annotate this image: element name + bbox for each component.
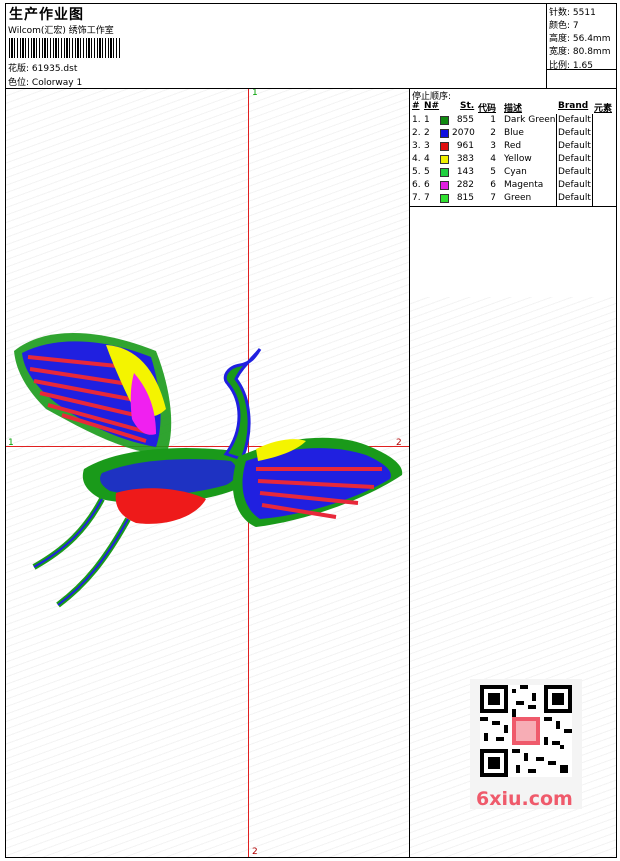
watermark-text: 6xiu.com	[476, 788, 573, 810]
file-name-row: 花版: 61935.dst	[8, 61, 77, 74]
color-swatch	[440, 194, 449, 203]
col-n: N#	[424, 101, 440, 111]
stat-colors: 颜色: 7	[549, 21, 579, 31]
row-code: 3	[490, 141, 496, 151]
col-brand: Brand	[558, 101, 589, 111]
color-swatch	[440, 181, 449, 190]
row-brand: Default	[558, 141, 591, 151]
table-bottom-line	[410, 206, 616, 207]
row-description: Green	[504, 193, 532, 203]
colorway-label: 色位:	[8, 78, 30, 88]
crane-leg-right	[56, 517, 131, 608]
row-n: 5	[424, 167, 430, 177]
row-brand: Default	[558, 167, 591, 177]
row-index: 4.	[412, 154, 421, 164]
row-brand: Default	[558, 180, 591, 190]
table-row[interactable]: 6. 6 282 6 Magenta Default	[410, 180, 616, 193]
row-description: Yellow	[504, 154, 532, 164]
colorway-row: 色位: Colorway 1	[8, 75, 82, 88]
company-name: Wilcom(汇宏) 绣饰工作室	[8, 26, 114, 36]
col-stitches: St.	[460, 101, 475, 111]
row-description: Cyan	[504, 167, 527, 177]
row-stitches: 383	[456, 154, 474, 164]
file-name: 61935.dst	[31, 64, 78, 74]
header: 生产作业图 Wilcom(汇宏) 绣饰工作室 花版: 61935.dst 色位:…	[5, 3, 617, 89]
stats-box: 针数: 5511 颜色: 7 高度: 56.4mm 宽度: 80.8mm 比例:…	[546, 3, 617, 89]
row-code: 2	[490, 128, 496, 138]
color-swatch	[440, 155, 449, 164]
table-row[interactable]: 4. 4 383 4 Yellow Default	[410, 154, 616, 167]
row-description: Blue	[504, 128, 524, 138]
color-swatch	[440, 129, 449, 138]
page-title: 生产作业图	[9, 7, 84, 23]
row-brand: Default	[558, 154, 591, 164]
stat-width: 宽度: 80.8mm	[549, 47, 611, 57]
barcode	[9, 38, 121, 58]
table-header: # N# St. 代码 描述 Brand 元素	[410, 101, 616, 114]
row-code: 4	[490, 154, 496, 164]
row-index: 1.	[412, 115, 421, 125]
col-description: 描述	[504, 104, 523, 114]
table-row[interactable]: 1. 1 855 1 Dark Green Default	[410, 115, 616, 128]
row-index: 5.	[412, 167, 421, 177]
row-index: 6.	[412, 180, 421, 190]
row-index: 2.	[412, 128, 421, 138]
color-swatch	[440, 142, 449, 151]
row-stitches: 282	[456, 180, 474, 190]
crane-leg-left-blue	[33, 498, 103, 568]
stat-height: 高度: 56.4mm	[549, 34, 611, 44]
row-n: 2	[424, 128, 430, 138]
row-description: Dark Green	[504, 115, 556, 125]
col-index: #	[412, 101, 420, 111]
row-brand: Default	[558, 115, 591, 125]
row-stitches: 961	[456, 141, 474, 151]
row-stitches: 143	[456, 167, 474, 177]
color-swatch	[440, 168, 449, 177]
row-n: 7	[424, 193, 430, 203]
crane-neck	[223, 348, 262, 461]
table-row[interactable]: 7. 7 815 7 Green Default	[410, 193, 616, 206]
grid-line	[556, 114, 557, 206]
row-n: 6	[424, 180, 430, 190]
stat-scale: 比例: 1.65	[549, 61, 593, 71]
table-row[interactable]: 3. 3 961 3 Red Default	[410, 141, 616, 154]
row-index: 7.	[412, 193, 421, 203]
col-element: 元素	[594, 104, 613, 114]
crane-embroidery-image	[14, 332, 403, 608]
file-label: 花版:	[8, 64, 30, 74]
row-stitches: 855	[456, 115, 474, 125]
row-code: 5	[490, 167, 496, 177]
color-swatch	[440, 116, 449, 125]
row-code: 1	[490, 115, 496, 125]
crane-leg-left	[32, 497, 105, 570]
row-brand: Default	[558, 128, 591, 138]
stat-stitches: 针数: 5511	[549, 8, 596, 18]
row-n: 4	[424, 154, 430, 164]
table-row[interactable]: 5. 5 143 5 Cyan Default	[410, 167, 616, 180]
row-n: 1	[424, 115, 430, 125]
row-brand: Default	[558, 193, 591, 203]
colorway-name: Colorway 1	[31, 78, 83, 88]
row-stitches: 2070	[452, 128, 475, 138]
table-row[interactable]: 2. 2 2070 2 Blue Default	[410, 128, 616, 141]
row-description: Magenta	[504, 180, 544, 190]
col-code: 代码	[478, 104, 497, 114]
qr-code-graphic	[480, 685, 572, 777]
row-description: Red	[504, 141, 522, 151]
row-code: 7	[490, 193, 496, 203]
row-stitches: 815	[456, 193, 474, 203]
design-canvas[interactable]: 1 1 2 2	[6, 89, 409, 857]
grid-line	[592, 114, 593, 206]
row-index: 3.	[412, 141, 421, 151]
row-code: 6	[490, 180, 496, 190]
row-n: 3	[424, 141, 430, 151]
qr-code	[480, 685, 572, 777]
